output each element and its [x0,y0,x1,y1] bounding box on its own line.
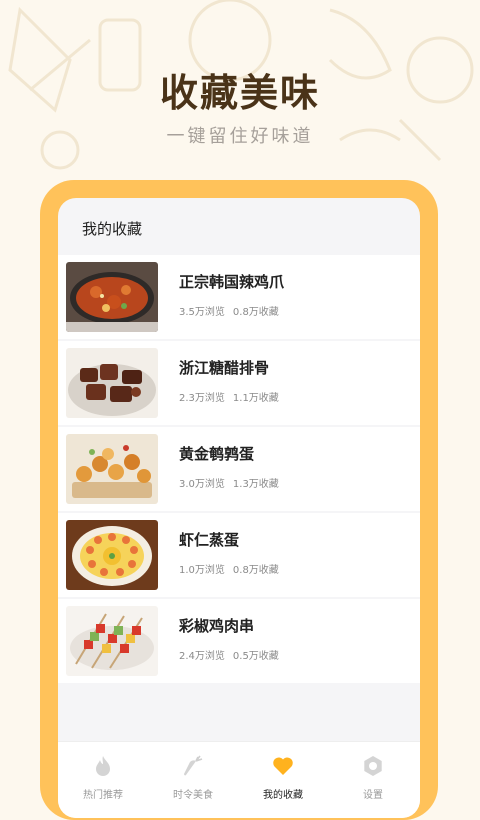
view-count: 3.5万浏览 [179,307,225,318]
tab-label: 我的收藏 [263,790,303,801]
tab-label: 热门推荐 [83,790,123,801]
flame-icon [96,756,110,776]
recipe-name: 正宗韩国辣鸡爪 [179,273,285,291]
list-item[interactable]: 浙江糖醋排骨 2.3万浏览 1.1万收藏 [58,341,420,425]
tab-settings[interactable]: 设置 [328,742,418,818]
save-count: 1.1万收藏 [232,393,279,404]
tab-favorites[interactable]: 我的收藏 [238,742,328,818]
recipe-stats: 1.0万浏览 0.8万收藏 [179,561,279,576]
recipe-name: 虾仁蒸蛋 [179,531,240,549]
page-subtitle: 一键留住好味道 [166,126,314,147]
screen-title: 我的收藏 [82,220,143,238]
recipe-stats: 3.5万浏览 0.8万收藏 [179,303,279,318]
page-headline: 收藏美味 [159,71,320,115]
favorites-list: 正宗韩国辣鸡爪 3.5万浏览 0.8万收藏 浙江糖醋排骨 2.3万浏览 1.1万… [58,255,420,685]
recipe-thumbnail [66,262,158,332]
carrot-icon [184,755,203,776]
tab-hot[interactable]: 热门推荐 [58,742,148,818]
list-item[interactable]: 虾仁蒸蛋 1.0万浏览 0.8万收藏 [58,513,420,597]
tab-label: 时令美食 [173,790,213,801]
save-count: 0.5万收藏 [232,651,279,662]
save-count: 0.8万收藏 [232,565,279,576]
recipe-thumbnail [66,434,158,504]
view-count: 2.3万浏览 [179,393,225,404]
bottom-tab-bar: 热门推荐 时令美食 我的收藏 设置 [58,741,420,818]
recipe-name: 黄金鹌鹑蛋 [179,445,255,463]
heart-icon [273,757,293,775]
list-item[interactable]: 正宗韩国辣鸡爪 3.5万浏览 0.8万收藏 [58,255,420,339]
app-screen: 我的收藏 正宗韩国辣鸡爪 3.5万浏览 0.8万收藏 浙江糖醋排骨 2.3万浏览… [58,198,420,818]
save-count: 1.3万收藏 [232,479,279,490]
recipe-stats: 2.4万浏览 0.5万收藏 [179,647,279,662]
view-count: 3.0万浏览 [179,479,225,490]
save-count: 0.8万收藏 [232,307,279,318]
recipe-stats: 2.3万浏览 1.1万收藏 [179,389,279,404]
recipe-thumbnail [66,606,158,676]
view-count: 2.4万浏览 [179,651,225,662]
recipe-thumbnail [66,520,158,590]
tab-label: 设置 [363,790,383,801]
gear-icon [364,756,382,776]
list-item[interactable]: 彩椒鸡肉串 2.4万浏览 0.5万收藏 [58,599,420,683]
recipe-name: 浙江糖醋排骨 [179,359,270,377]
recipe-name: 彩椒鸡肉串 [179,617,255,635]
recipe-thumbnail [66,348,158,418]
view-count: 1.0万浏览 [179,565,225,576]
list-item[interactable]: 黄金鹌鹑蛋 3.0万浏览 1.3万收藏 [58,427,420,511]
tab-seasonal[interactable]: 时令美食 [148,742,238,818]
recipe-stats: 3.0万浏览 1.3万收藏 [179,475,279,490]
